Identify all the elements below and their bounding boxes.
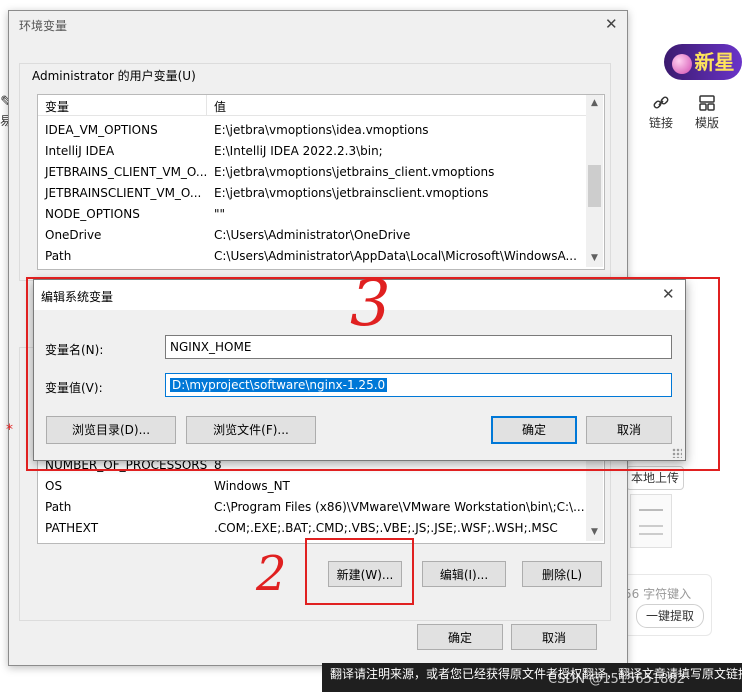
char-count: 56 字符键入 <box>624 587 692 601</box>
link-icon <box>649 94 673 114</box>
ok-button[interactable]: 确定 <box>417 624 503 650</box>
table-row[interactable]: OS Windows_NT <box>38 476 586 497</box>
table-row[interactable]: NODE_OPTIONS "" <box>38 204 586 225</box>
vertical-scrollbar[interactable]: ▲ ▼ <box>586 95 603 267</box>
toolbar-template[interactable]: 模版 <box>690 94 724 131</box>
toolbar-link[interactable]: 链接 <box>646 94 676 131</box>
scroll-down-icon[interactable]: ▼ <box>586 250 603 267</box>
table-row[interactable]: IDEA_VM_OPTIONS E:\jetbra\vmoptions\idea… <box>38 120 586 141</box>
table-row[interactable]: PATHEXT .COM;.EXE;.BAT;.CMD;.VBS;.VBE;.J… <box>38 518 586 539</box>
watermark: CSDN @1515651882 <box>548 672 685 687</box>
list-header: 变量 值 <box>38 95 586 116</box>
annotation-step-2: 2 <box>256 546 287 602</box>
table-row[interactable]: IntelliJ IDEA E:\IntelliJ IDEA 2022.2.3\… <box>38 141 586 162</box>
template-icon <box>695 94 719 114</box>
scrollbar-thumb[interactable] <box>588 165 601 207</box>
cancel-button[interactable]: 取消 <box>511 624 597 650</box>
scroll-up-icon[interactable]: ▲ <box>586 95 603 112</box>
table-row[interactable]: JETBRAINS_CLIENT_VM_O... E:\jetbra\vmopt… <box>38 162 586 183</box>
table-row[interactable]: JETBRAINSCLIENT_VM_O... E:\jetbra\vmopti… <box>38 183 586 204</box>
delete-variable-button[interactable]: 删除(L) <box>522 561 602 587</box>
table-row[interactable]: OneDrive C:\Users\Administrator\OneDrive <box>38 225 586 246</box>
promo-banner[interactable]: 新星 <box>664 44 742 80</box>
annotation-step-3: 3 <box>350 267 391 341</box>
edit-variable-button[interactable]: 编辑(I)... <box>422 561 506 587</box>
asterisk-marker: * <box>6 422 13 438</box>
planet-icon <box>671 53 692 74</box>
table-row[interactable]: Path C:\Program Files (x86)\VMware\VMwar… <box>38 497 586 518</box>
column-name-header[interactable]: 变量 <box>45 98 69 115</box>
table-row[interactable]: Path C:\Users\Administrator\AppData\Loca… <box>38 246 586 267</box>
close-icon[interactable]: ✕ <box>605 15 618 33</box>
user-vars-list[interactable]: 变量 值 IDEA_VM_OPTIONS E:\jetbra\vmoptions… <box>37 94 605 270</box>
scroll-down-icon[interactable]: ▼ <box>586 524 603 541</box>
column-value-header[interactable]: 值 <box>214 98 226 115</box>
user-vars-rows: IDEA_VM_OPTIONS E:\jetbra\vmoptions\idea… <box>38 120 586 267</box>
dialog-title: 环境变量 <box>19 19 68 33</box>
column-separator[interactable] <box>206 95 207 115</box>
one-key-extract-button[interactable]: 一键提取 <box>636 604 704 628</box>
user-vars-label: Administrator 的用户变量(U) <box>32 69 196 83</box>
annotation-box-new-button <box>305 538 414 605</box>
thumbnail-preview <box>630 494 672 548</box>
